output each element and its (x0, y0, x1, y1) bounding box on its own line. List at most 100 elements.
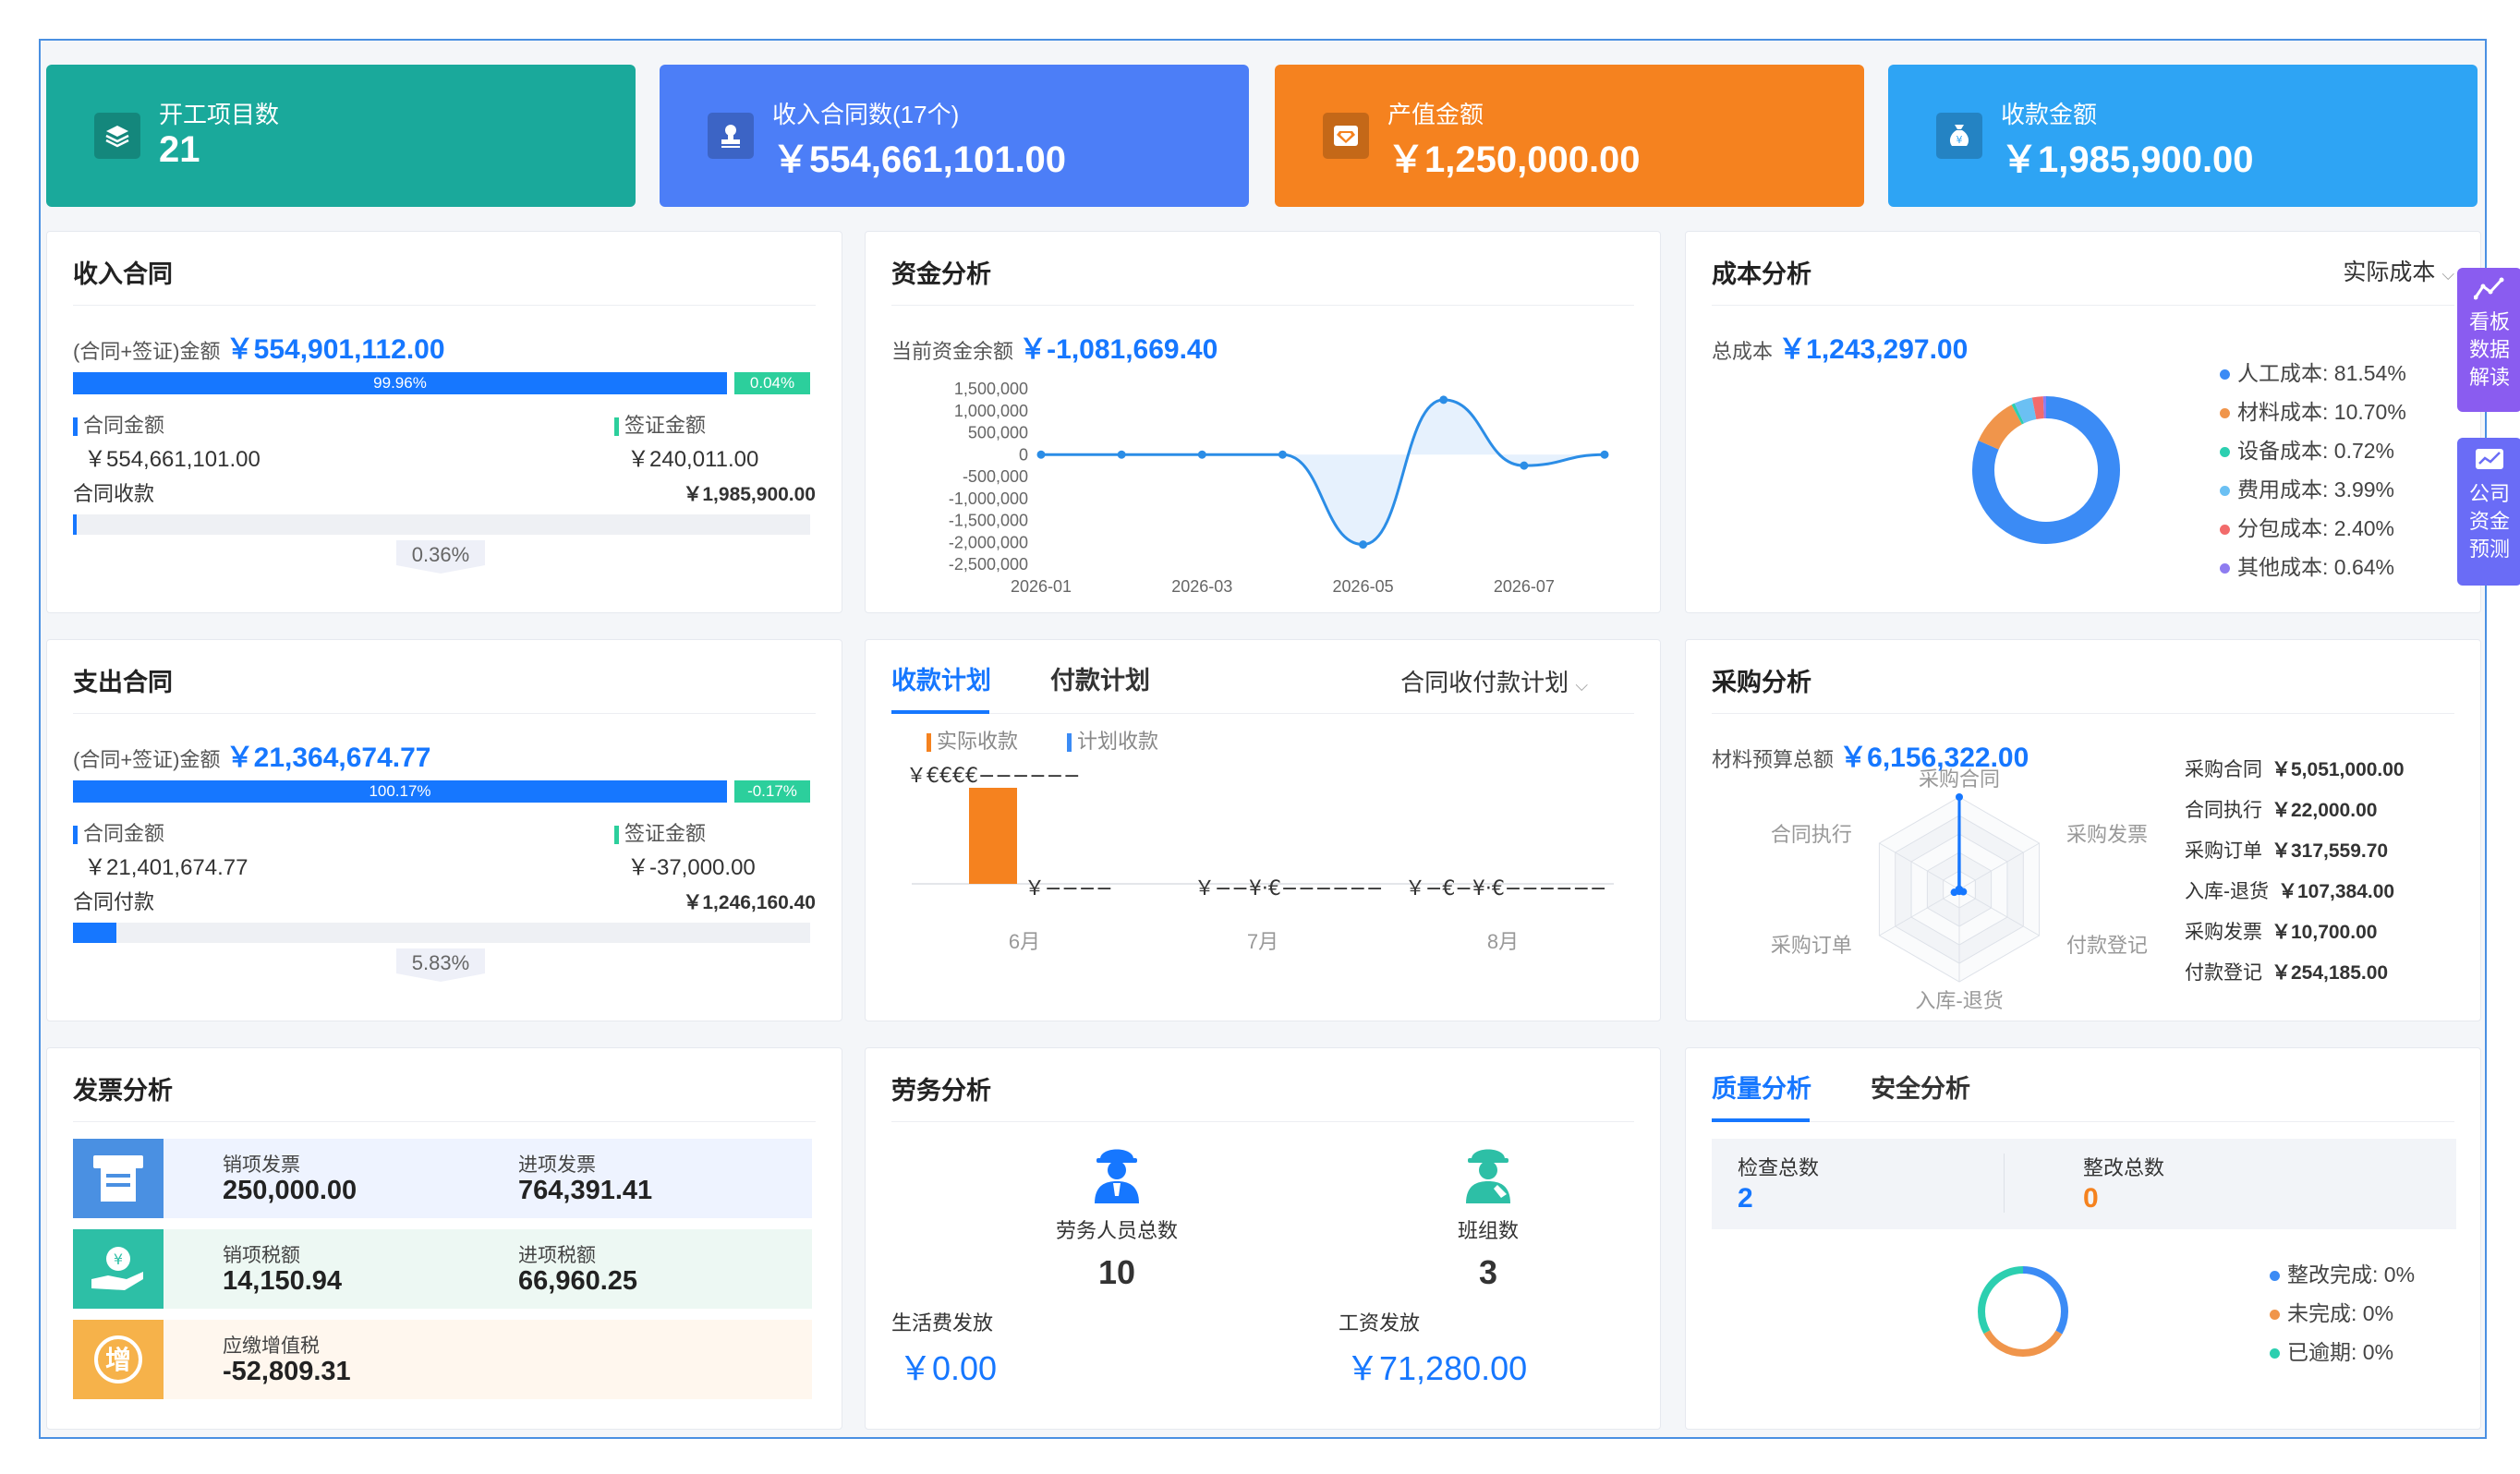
fund-forecast-button[interactable]: 公司 资金 预测 (2457, 438, 2520, 586)
purchase-item-label: 付款登记 (2185, 962, 2262, 984)
stat-card-projects[interactable]: 开工项目数 21 (46, 65, 636, 207)
y-tick-label: 500,000 (968, 424, 1028, 442)
data-point (1439, 395, 1448, 405)
fund-analysis-card: 资金分析 当前资金余额 ￥-1,081,669.40 1,500,000 1,00… (865, 231, 1661, 613)
data-point (1036, 450, 1046, 459)
contract-amount-label: 合同金额 (83, 414, 165, 437)
contract-amount-value: ￥554,661,101.00 (84, 447, 260, 472)
legend-item: 人工成本: 81.54% (2220, 356, 2441, 394)
pay-percent-tag: 5.83% (396, 948, 485, 982)
visa-amount-value: ￥-37,000.00 (627, 855, 756, 880)
stat-label: 收入合同数(17个) (772, 101, 960, 128)
payment-plan-card: 收款计划 付款计划 合同收付款计划 ⌵ 实际收款 计划收款 6月 7月 8月 ￥€€€… (865, 639, 1661, 1021)
payment-bar-chart: 6月 7月 8月 ￥€€€€−−−−−− ￥−−−− ￥−−¥·€−−−−−− ￥−€−¥·… (906, 765, 1614, 953)
team-icon (1459, 1139, 1518, 1208)
side-btn-line: 预测 (2468, 538, 2510, 561)
x-tick-label: 7月 (1247, 930, 1278, 953)
invoice-value: 764,391.41 (518, 1176, 653, 1205)
layers-icon (94, 113, 140, 159)
balance-value: ￥-1,081,669.40 (1019, 334, 1218, 365)
invoice-row: 增 应缴增值税 -52,809.31 (73, 1320, 812, 1399)
worker-icon (1087, 1139, 1146, 1208)
tab-payment-plan[interactable]: 付款计划 (1050, 660, 1150, 696)
card-title: 支出合同 (73, 669, 173, 696)
expense-contract-card: 支出合同 (合同+签证)金额 ￥21,364,674.77 100.17% -0… (46, 639, 842, 1021)
legend-text: 未完成: 0% (2287, 1301, 2394, 1325)
invoice-icon (73, 1139, 164, 1218)
amount-label: (合同+签证)金额 (73, 748, 221, 771)
stat-card-collection[interactable]: ¥ 收款金额 ￥1,985,900.00 (1888, 65, 2478, 207)
y-tick-label: -2,000,000 (949, 533, 1028, 551)
data-point (1197, 450, 1206, 459)
collect-progress-fill (73, 514, 77, 535)
purchase-item-value: ￥254,185.00 (2272, 962, 2389, 984)
living-label: 生活费发放 (891, 1311, 994, 1335)
tab-safety[interactable]: 安全分析 (1871, 1069, 1970, 1105)
legend-text: 其他成本: 0.64% (2237, 555, 2394, 579)
purchase-item-value: ￥22,000.00 (2272, 800, 2378, 821)
stamp-icon (708, 113, 754, 159)
cost-type-dropdown[interactable]: 实际成本 ⌵ (2343, 254, 2454, 287)
invoice-row: 销项发票 250,000.00 进项发票 764,391.41 (73, 1139, 812, 1218)
legend-dot (2270, 1271, 2280, 1282)
purchase-list: 采购合同 ￥5,051,000.00 合同执行 ￥22,000.00 采购订单 ￥317,… (2185, 755, 2462, 998)
visa-amount-value: ￥240,011.00 (627, 447, 759, 472)
stat-card-income-contracts[interactable]: 收入合同数(17个) ￥554,661,101.00 (660, 65, 1249, 207)
invoice-value: -52,809.31 (223, 1357, 351, 1386)
data-point (1520, 461, 1529, 470)
stat-card-output-value[interactable]: 产值金额 ￥1,250,000.00 (1275, 65, 1864, 207)
invoice-label: 进项发票 (518, 1154, 596, 1176)
plan-type-dropdown[interactable]: 合同收付款计划 ⌵ (1400, 664, 1588, 698)
visa-ratio-bar: -0.17% (734, 780, 810, 803)
purchase-item-value: ￥5,051,000.00 (2272, 759, 2405, 780)
legend-text: 设备成本: 0.72% (2237, 439, 2394, 463)
stat-label: 产值金额 (1387, 101, 1484, 128)
y-tick-label: 1,500,000 (954, 380, 1028, 398)
x-tick-label: 2026-03 (1171, 577, 1232, 592)
purchase-item-label: 采购发票 (2185, 922, 2262, 943)
invoice-label: 进项税额 (518, 1245, 596, 1266)
legend-text: 已逾期: 0% (2287, 1340, 2394, 1364)
y-tick-label: -500,000 (963, 467, 1028, 486)
total-cost-label: 总成本 (1712, 340, 1774, 363)
purchase-list-item: 入库-退货 ￥107,384.00 (2185, 876, 2462, 917)
collect-label: 合同收款 (73, 482, 155, 505)
quality-analysis-card: 质量分析 安全分析 检查总数 2 整改总数 0 整改完成: 0% 未完成: 0% 已… (1685, 1047, 2481, 1430)
card-title: 采购分析 (1712, 669, 1811, 696)
collect-value: ￥1,985,900.00 (683, 484, 816, 505)
card-title: 成本分析 (1712, 260, 1811, 288)
x-tick-label: 2026-05 (1333, 577, 1394, 592)
stat-value: ￥554,661,101.00 (772, 139, 1067, 180)
tab-quality[interactable]: 质量分析 (1712, 1069, 1811, 1105)
wage-value: ￥71,280.00 (1346, 1349, 1528, 1387)
bar-actual (969, 788, 1017, 884)
visa-amount-label: 签证金额 (624, 414, 707, 437)
tab-collection-plan[interactable]: 收款计划 (891, 660, 991, 696)
purchase-item-value: ￥317,559.70 (2272, 840, 2389, 862)
fund-line-chart: 1,500,000 1,000,000 500,000 0 -500,000 -1,000… (949, 380, 1609, 592)
purchase-list-item: 采购发票 ￥10,700.00 (2185, 917, 2462, 958)
wage-label: 工资发放 (1339, 1311, 1421, 1335)
data-point (1600, 450, 1609, 459)
data-point (1278, 450, 1287, 459)
side-btn-line: 数据 (2468, 338, 2510, 361)
legend-planned: 计划收款 (1077, 730, 1159, 753)
living-value: ￥0.00 (899, 1349, 998, 1387)
donut-slice (1978, 405, 2023, 451)
invoice-label: 应缴增值税 (223, 1335, 320, 1357)
rectify-value: 0 (2083, 1183, 2099, 1214)
contract-amount-value: ￥21,401,674.77 (84, 855, 248, 880)
legend-dot (2220, 486, 2230, 497)
cost-legend: 人工成本: 81.54% 材料成本: 10.70% 设备成本: 0.72% 费用成本:… (2220, 356, 2441, 588)
invoice-value: 250,000.00 (223, 1176, 357, 1205)
legend-text: 材料成本: 10.70% (2237, 400, 2406, 424)
purchase-item-label: 采购合同 (2185, 759, 2262, 780)
card-title: 收入合同 (73, 260, 173, 288)
purchase-list-item: 采购订单 ￥317,559.70 (2185, 836, 2462, 876)
legend-text: 分包成本: 2.40% (2237, 516, 2394, 540)
amount-value: ￥554,901,112.00 (225, 334, 445, 365)
check-value: 2 (1738, 1183, 1753, 1214)
workers-value: 10 (1097, 1253, 1136, 1291)
invoice-value: 14,150.94 (223, 1266, 343, 1296)
dashboard-insight-button[interactable]: 看板 数据 解读 (2457, 268, 2520, 412)
